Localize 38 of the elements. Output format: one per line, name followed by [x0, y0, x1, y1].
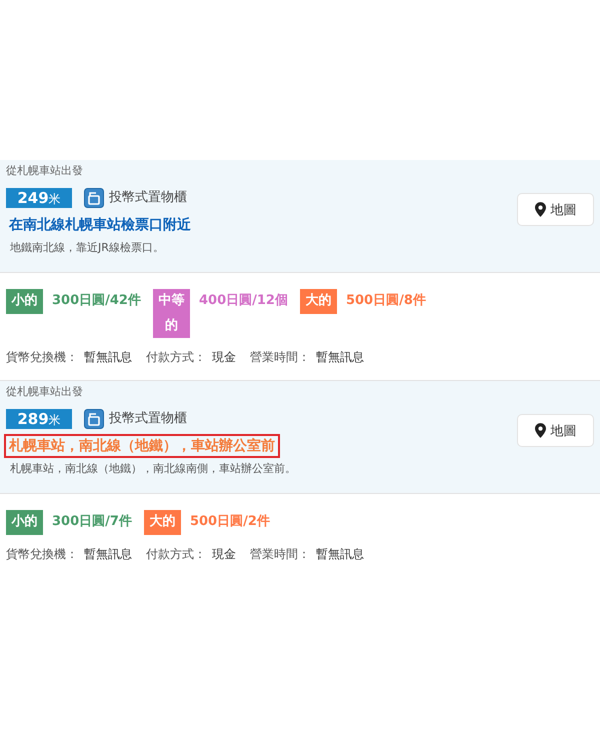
- price-text: 400日圓/12個: [198, 292, 288, 310]
- price-text: 300日圓/7件: [52, 513, 132, 531]
- info-label: 付款方式：: [146, 546, 206, 562]
- map-button[interactable]: 地圖: [517, 193, 594, 226]
- locker-title: 在南北線札幌車站檢票口附近: [8, 216, 192, 235]
- size-tag: 大的: [300, 289, 337, 314]
- info-value: 現金: [212, 349, 236, 366]
- info-value: 暫無訊息: [316, 349, 364, 366]
- map-pin-icon: [534, 202, 546, 217]
- price-text: 300日圓/42件: [52, 292, 141, 310]
- info-value: 暫無訊息: [84, 546, 132, 562]
- size-tag: 小的: [6, 289, 43, 314]
- info-value: 暫無訊息: [316, 546, 364, 562]
- locker-type-label: 投幣式置物櫃: [109, 189, 187, 207]
- distance-badge: 249米: [6, 188, 72, 208]
- size-tag: 大的: [144, 510, 181, 534]
- locker-icon: [84, 409, 104, 429]
- locker-title: 札幌車站，南北線（地鐵），車站辦公室前: [4, 434, 280, 458]
- price-text: 500日圓/8件: [346, 292, 426, 310]
- location-description: 地鐵南北線，靠近JR線檢票口。: [10, 240, 164, 256]
- distance-badge: 289米: [6, 409, 72, 429]
- size-tag: 小的: [6, 510, 43, 534]
- origin-text: 從札幌車站出發: [6, 163, 83, 179]
- info-value: 暫無訊息: [84, 349, 132, 366]
- locker-type-label: 投幣式置物櫃: [109, 410, 187, 428]
- map-button[interactable]: 地圖: [517, 414, 594, 447]
- map-pin-icon: [534, 423, 546, 438]
- location-description: 札幌車站，南北線（地鐵），南北線南側，車站辦公室前。: [10, 461, 296, 477]
- info-label: 營業時間：: [250, 546, 310, 562]
- info-label: 貨幣兌換機：: [6, 546, 78, 562]
- info-label: 營業時間：: [250, 349, 310, 366]
- locker-icon: [84, 188, 104, 208]
- origin-text: 從札幌車站出發: [6, 384, 83, 400]
- size-tag: 中等的: [152, 289, 190, 338]
- price-text: 500日圓/2件: [190, 513, 270, 531]
- info-value: 現金: [212, 546, 236, 562]
- info-label: 貨幣兌換機：: [6, 349, 78, 366]
- info-label: 付款方式：: [146, 349, 206, 366]
